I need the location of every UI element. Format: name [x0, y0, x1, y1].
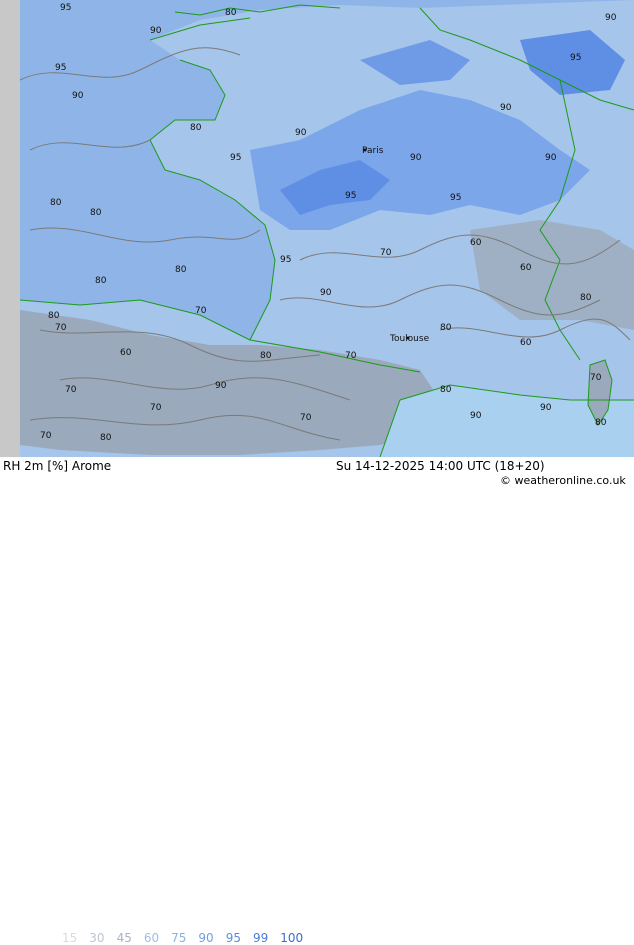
contour-label: 90 — [500, 103, 512, 113]
contour-label: 95 — [450, 193, 461, 203]
contour-label: 70 — [345, 351, 357, 361]
credit-link[interactable]: © weatheronline.co.uk — [500, 474, 626, 487]
contour-label: 80 — [100, 433, 112, 443]
humidity-map: Paris Toulouse 95 90 80 95 90 80 95 90 9… — [0, 0, 634, 457]
contour-label: 80 — [95, 276, 107, 286]
contour-label: 60 — [470, 238, 482, 248]
contour-label: 60 — [520, 263, 532, 273]
contour-label: 80 — [595, 418, 607, 428]
contour-label: 95 — [230, 153, 241, 163]
contour-label: 70 — [300, 413, 312, 423]
contour-label: 90 — [295, 128, 307, 138]
domain-border — [0, 0, 20, 457]
contour-label: 80 — [260, 351, 272, 361]
contour-label: 80 — [90, 208, 102, 218]
place-label-toulouse: Toulouse — [389, 334, 430, 344]
contour-label: 95 — [55, 63, 66, 73]
contour-label: 60 — [120, 348, 132, 358]
contour-label: 80 — [175, 265, 187, 275]
contour-label: 90 — [410, 153, 422, 163]
contour-label: 80 — [225, 8, 237, 18]
contour-label: 90 — [72, 91, 84, 101]
map-canvas: Paris Toulouse 95 90 80 95 90 80 95 90 9… — [0, 0, 634, 457]
contour-label: 80 — [48, 311, 60, 321]
contour-label: 90 — [150, 26, 162, 36]
contour-label: 70 — [590, 373, 602, 383]
contour-label: 80 — [190, 123, 202, 133]
contour-label: 90 — [545, 153, 557, 163]
contour-label: 90 — [540, 403, 552, 413]
contour-label: 80 — [50, 198, 62, 208]
contour-label: 80 — [440, 385, 452, 395]
contour-label: 70 — [55, 323, 67, 333]
contour-label: 90 — [215, 381, 227, 391]
legend-value: 15 — [62, 931, 78, 945]
contour-label: 70 — [380, 248, 392, 258]
contour-label: 90 — [320, 288, 332, 298]
contour-label: 60 — [520, 338, 532, 348]
valid-time: Su 14-12-2025 14:00 UTC (18+20) — [336, 459, 545, 473]
legend-value: 60 — [143, 931, 160, 945]
legend-value: 75 — [171, 931, 187, 945]
contour-label: 95 — [345, 191, 356, 201]
legend-value: 45 — [116, 931, 132, 945]
contour-label: 90 — [470, 411, 482, 421]
legend-value: 100 — [280, 931, 304, 945]
contour-label: 80 — [440, 323, 452, 333]
contour-label: 95 — [60, 3, 71, 13]
legend-value: 99 — [252, 931, 269, 945]
contour-label: 70 — [150, 403, 162, 413]
contour-label: 70 — [65, 385, 77, 395]
contour-label: 80 — [580, 293, 592, 303]
contour-label: 95 — [570, 53, 581, 63]
contour-label: 70 — [195, 306, 207, 316]
legend-value: 95 — [225, 931, 241, 945]
place-label-paris: Paris — [362, 146, 384, 156]
product-title: RH 2m [%] Arome — [3, 459, 112, 473]
contour-label: 70 — [40, 431, 52, 441]
legend-value: 90 — [198, 931, 214, 945]
map-footer: RH 2m [%] Arome Su 14-12-2025 14:00 UTC … — [0, 457, 634, 945]
contour-label: 90 — [605, 13, 617, 23]
color-legend: 15 30 45 60 75 90 95 99 100 — [62, 931, 315, 945]
contour-label: 95 — [280, 255, 291, 265]
legend-value: 30 — [89, 931, 105, 945]
